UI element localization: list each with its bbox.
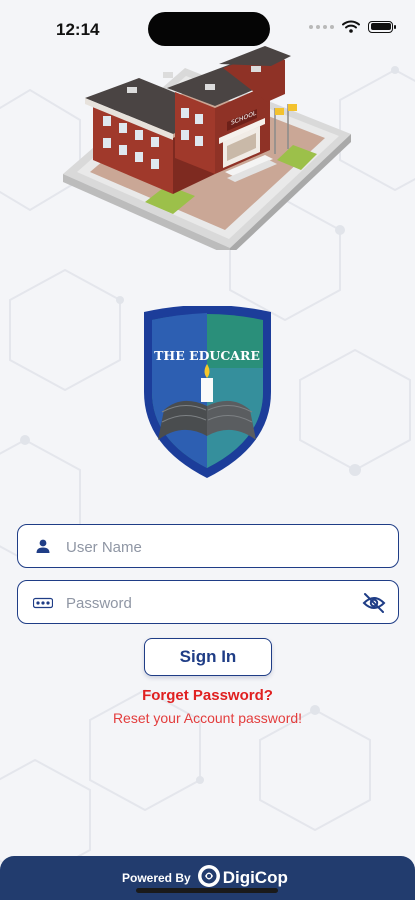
status-time: 12:14: [56, 20, 100, 39]
powered-by-footer: Powered By DigiCop: [0, 856, 415, 900]
battery-icon: [368, 20, 396, 33]
username-field[interactable]: [17, 524, 399, 568]
forget-password-link[interactable]: Forget Password?: [0, 687, 415, 704]
powered-by-label: Powered By: [122, 871, 191, 885]
user-icon: [36, 539, 50, 553]
logo-title: THE EDUCARE: [154, 348, 260, 363]
wifi-icon: [342, 20, 360, 33]
home-indicator: [136, 888, 278, 893]
status-icons: [309, 20, 396, 33]
username-input[interactable]: [64, 531, 358, 563]
digicop-icon: [197, 865, 220, 887]
school-logo: THE EDUCARE: [144, 306, 271, 478]
eye-off-icon[interactable]: [362, 592, 386, 614]
signal-icon: [309, 24, 334, 29]
password-field[interactable]: [17, 580, 399, 624]
sign-in-button[interactable]: Sign In: [144, 638, 272, 676]
dynamic-island: [148, 12, 270, 46]
reset-password-link[interactable]: Reset your Account password!: [0, 710, 415, 726]
status-bar: 12:14: [0, 0, 415, 56]
password-dots-icon: [33, 597, 53, 609]
password-input[interactable]: [64, 587, 358, 619]
school-illustration: SCHOOL: [63, 46, 351, 250]
digicop-brand: DigiCop: [222, 868, 288, 887]
